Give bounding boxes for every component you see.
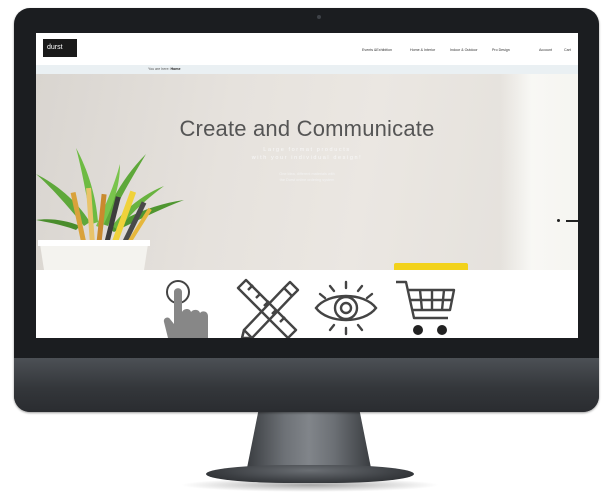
hero-description-line-2: the Durst online ordering system bbox=[279, 177, 335, 182]
monitor-stand-neck bbox=[247, 412, 371, 468]
nav-item-home-interior[interactable]: Home & Interior bbox=[410, 48, 435, 52]
touch-hand-icon[interactable] bbox=[158, 278, 212, 338]
hero-subtitle-line-2: with your individual design! bbox=[251, 155, 363, 161]
nav-account-link[interactable]: Account bbox=[539, 48, 552, 52]
nav-item-events-exhibition[interactable]: Events &Exhibition bbox=[362, 48, 392, 52]
breadcrumb-bar: You are here: Home bbox=[36, 65, 578, 74]
nav-cart-link[interactable]: Cart bbox=[564, 48, 571, 52]
eye-icon[interactable] bbox=[312, 278, 380, 338]
monitor-chin bbox=[14, 358, 599, 412]
breadcrumb: You are here: Home bbox=[148, 67, 180, 71]
nav-item-pro-design[interactable]: Pro Design bbox=[492, 48, 510, 52]
durst-logo[interactable]: durst bbox=[43, 39, 77, 57]
slider-dot-indicator[interactable] bbox=[557, 219, 560, 222]
hero-title: Create and Communicate bbox=[179, 116, 435, 141]
slider-line-indicator[interactable] bbox=[566, 220, 578, 222]
hero-description: One idea, different materials with the D… bbox=[36, 172, 578, 183]
breadcrumb-current[interactable]: Home bbox=[170, 67, 180, 71]
camera-dot bbox=[317, 15, 321, 19]
ruler-pencil-icon[interactable] bbox=[234, 278, 300, 338]
feature-icons-band bbox=[36, 270, 578, 338]
hero-subtitle: Large format products with your individu… bbox=[36, 146, 578, 162]
yellow-object bbox=[394, 263, 468, 270]
shopping-cart-icon[interactable] bbox=[394, 278, 456, 338]
monitor-stand-base bbox=[206, 465, 414, 483]
website-screen: durst Events &Exhibition Home & Interior… bbox=[36, 33, 578, 338]
site-header: durst Events &Exhibition Home & Interior… bbox=[36, 33, 578, 65]
hero-subtitle-line-1: Large format products bbox=[263, 147, 351, 153]
hero-banner: Create and Communicate Large format prod… bbox=[36, 74, 578, 270]
breadcrumb-prefix: You are here: bbox=[148, 67, 170, 71]
nav-item-indoor-outdoor[interactable]: Indoor & Outdoor bbox=[450, 48, 478, 52]
